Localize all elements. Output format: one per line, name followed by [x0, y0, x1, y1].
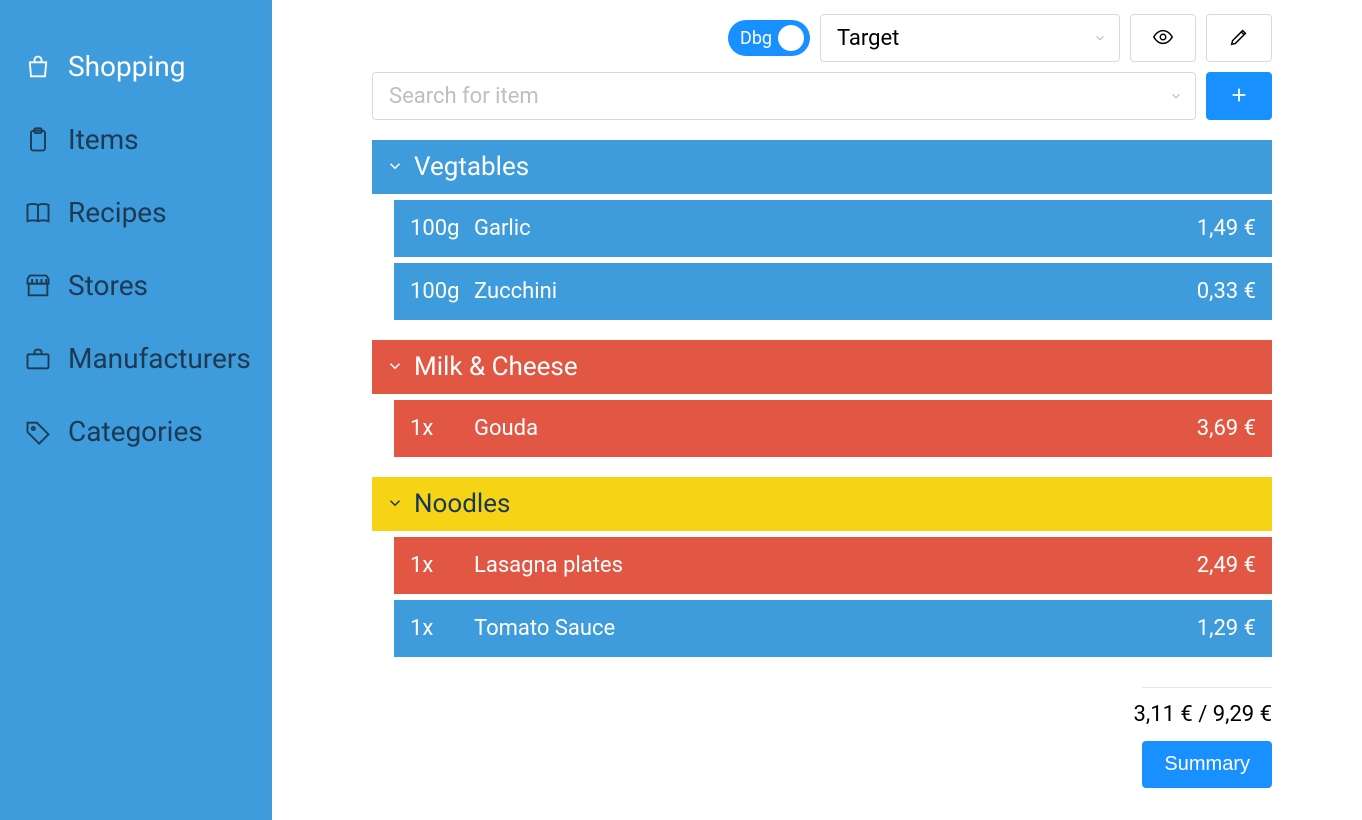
category-group: Vegtables 100g Garlic 1,49 € 100g Zucchi…	[372, 140, 1272, 320]
store-selected-label: Target	[837, 26, 899, 51]
sidebar-item-label: Manufacturers	[68, 342, 251, 375]
main-content: Dbg Target Search for item	[272, 0, 1362, 820]
shopping-bag-icon	[24, 53, 52, 81]
list-item[interactable]: 1x Gouda 3,69 €	[394, 400, 1272, 457]
divider	[1142, 687, 1272, 688]
sidebar-item-shopping[interactable]: Shopping	[0, 30, 272, 103]
search-input[interactable]: Search for item	[372, 72, 1196, 120]
tag-icon	[24, 418, 52, 446]
debug-toggle-label: Dbg	[740, 28, 772, 49]
sidebar-item-label: Recipes	[68, 196, 167, 229]
category-header-milk-cheese[interactable]: Milk & Cheese	[372, 340, 1272, 394]
category-title: Milk & Cheese	[414, 352, 578, 382]
sidebar-item-items[interactable]: Items	[0, 103, 272, 176]
item-name: Zucchini	[474, 279, 1197, 304]
item-name: Lasagna plates	[474, 553, 1197, 578]
clipboard-icon	[24, 126, 52, 154]
category-header-vegtables[interactable]: Vegtables	[372, 140, 1272, 194]
sidebar-item-label: Items	[68, 123, 139, 156]
summary-button[interactable]: Summary	[1142, 741, 1272, 788]
chevron-down-icon	[1169, 84, 1183, 109]
list-item[interactable]: 1x Tomato Sauce 1,29 €	[394, 600, 1272, 657]
item-name: Tomato Sauce	[474, 616, 1197, 641]
sidebar: Shopping Items Recipes Stores Manufactur…	[0, 0, 272, 820]
chevron-down-icon	[1093, 26, 1107, 51]
item-qty: 1x	[410, 616, 474, 641]
eye-icon	[1152, 26, 1174, 51]
item-price: 1,49 €	[1197, 216, 1256, 241]
plus-icon	[1228, 84, 1250, 109]
item-price: 3,69 €	[1197, 416, 1256, 441]
category-group: Noodles 1x Lasagna plates 2,49 € 1x Toma…	[372, 477, 1272, 657]
add-item-button[interactable]	[1206, 72, 1272, 120]
category-header-noodles[interactable]: Noodles	[372, 477, 1272, 531]
chevron-down-icon	[386, 489, 404, 519]
debug-toggle[interactable]: Dbg	[728, 20, 810, 56]
item-qty: 1x	[410, 416, 474, 441]
sidebar-item-manufacturers[interactable]: Manufacturers	[0, 322, 272, 395]
category-title: Noodles	[414, 489, 510, 519]
search-row: Search for item	[372, 72, 1272, 120]
list-item[interactable]: 100g Zucchini 0,33 €	[394, 263, 1272, 320]
toolbar: Dbg Target	[372, 14, 1272, 62]
item-qty: 100g	[410, 216, 474, 241]
item-price: 2,49 €	[1197, 553, 1256, 578]
chevron-down-icon	[386, 352, 404, 382]
search-placeholder: Search for item	[389, 84, 539, 109]
item-price: 0,33 €	[1197, 279, 1256, 304]
sidebar-item-label: Categories	[68, 415, 203, 448]
sidebar-item-categories[interactable]: Categories	[0, 395, 272, 468]
toggle-knob	[778, 25, 804, 51]
store-select[interactable]: Target	[820, 14, 1120, 62]
view-button[interactable]	[1130, 14, 1196, 62]
item-qty: 1x	[410, 553, 474, 578]
edit-button[interactable]	[1206, 14, 1272, 62]
category-title: Vegtables	[414, 152, 529, 182]
book-icon	[24, 199, 52, 227]
chevron-down-icon	[386, 152, 404, 182]
briefcase-icon	[24, 345, 52, 373]
pencil-icon	[1228, 26, 1250, 51]
category-group: Milk & Cheese 1x Gouda 3,69 €	[372, 340, 1272, 457]
list-item[interactable]: 1x Lasagna plates 2,49 €	[394, 537, 1272, 594]
item-price: 1,29 €	[1197, 616, 1256, 641]
sidebar-item-label: Shopping	[68, 50, 185, 83]
sidebar-item-label: Stores	[68, 269, 148, 302]
sidebar-item-stores[interactable]: Stores	[0, 249, 272, 322]
item-name: Garlic	[474, 216, 1197, 241]
total-text: 3,11 € / 9,29 €	[1134, 702, 1272, 727]
footer: 3,11 € / 9,29 € Summary	[1134, 687, 1272, 788]
sidebar-item-recipes[interactable]: Recipes	[0, 176, 272, 249]
item-qty: 100g	[410, 279, 474, 304]
list-item[interactable]: 100g Garlic 1,49 €	[394, 200, 1272, 257]
item-name: Gouda	[474, 416, 1197, 441]
store-icon	[24, 272, 52, 300]
